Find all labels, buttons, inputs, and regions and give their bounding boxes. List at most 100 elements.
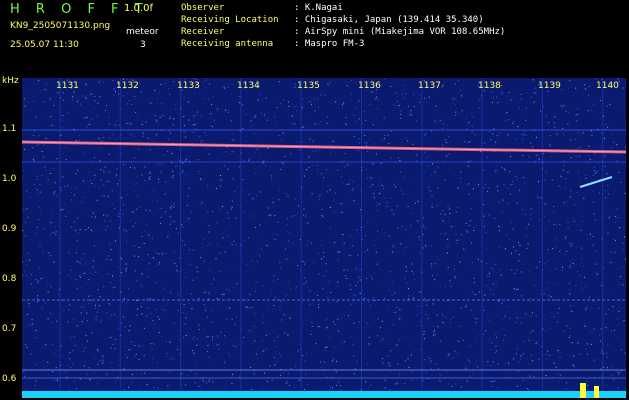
- noise-pixel: [51, 321, 53, 323]
- noise-pixel: [482, 169, 484, 171]
- noise-pixel: [157, 163, 159, 165]
- noise-pixel: [593, 243, 595, 245]
- noise-pixel: [606, 356, 608, 358]
- noise-pixel: [548, 220, 550, 222]
- noise-pixel: [200, 385, 202, 387]
- noise-pixel: [200, 142, 202, 144]
- noise-pixel: [117, 153, 119, 155]
- noise-pixel: [209, 243, 211, 245]
- noise-pixel: [77, 232, 79, 234]
- noise-pixel: [54, 233, 56, 235]
- noise-pixel: [367, 249, 369, 251]
- noise-pixel: [96, 362, 98, 364]
- noise-pixel: [265, 334, 267, 336]
- noise-pixel: [195, 128, 196, 130]
- noise-pixel: [485, 184, 486, 186]
- noise-pixel: [338, 330, 339, 332]
- noise-pixel: [118, 215, 120, 217]
- noise-pixel: [225, 151, 227, 153]
- noise-pixel: [228, 217, 230, 219]
- noise-pixel: [287, 240, 289, 242]
- noise-pixel: [280, 168, 282, 170]
- noise-pixel: [498, 202, 500, 203]
- noise-pixel: [612, 306, 614, 308]
- noise-pixel: [96, 349, 98, 350]
- noise-pixel: [193, 115, 195, 117]
- noise-pixel: [423, 338, 425, 340]
- noise-pixel: [193, 352, 195, 354]
- noise-pixel: [591, 331, 593, 333]
- noise-pixel: [587, 385, 589, 386]
- noise-pixel: [236, 186, 238, 188]
- noise-pixel: [330, 227, 332, 229]
- noise-pixel: [400, 243, 402, 245]
- noise-pixel: [39, 90, 41, 92]
- noise-pixel: [439, 380, 441, 382]
- noise-pixel: [183, 116, 184, 118]
- noise-pixel: [504, 363, 506, 365]
- noise-pixel: [170, 292, 172, 294]
- noise-pixel: [280, 300, 281, 302]
- noise-pixel: [146, 112, 148, 114]
- noise-pixel: [541, 196, 542, 198]
- noise-pixel: [175, 265, 177, 267]
- noise-pixel: [249, 293, 251, 295]
- noise-pixel: [94, 304, 96, 306]
- noise-pixel: [597, 112, 599, 114]
- noise-pixel: [538, 219, 540, 221]
- noise-pixel: [225, 109, 226, 111]
- noise-pixel: [61, 127, 63, 129]
- noise-pixel: [117, 316, 119, 318]
- noise-pixel: [518, 260, 520, 262]
- noise-pixel: [418, 94, 420, 96]
- noise-pixel: [82, 197, 84, 198]
- noise-pixel: [41, 174, 43, 176]
- noise-pixel: [422, 325, 424, 327]
- noise-pixel: [411, 270, 413, 272]
- noise-pixel: [274, 116, 276, 118]
- noise-pixel: [330, 153, 332, 155]
- noise-pixel: [510, 221, 512, 223]
- noise-pixel: [594, 153, 596, 155]
- noise-pixel: [53, 352, 55, 354]
- noise-pixel: [357, 232, 359, 234]
- noise-pixel: [550, 296, 552, 298]
- noise-pixel: [498, 246, 500, 248]
- noise-pixel: [133, 95, 135, 97]
- noise-pixel: [183, 304, 185, 306]
- noise-pixel: [47, 179, 49, 181]
- noise-pixel: [167, 151, 169, 153]
- noise-pixel: [151, 342, 153, 344]
- noise-pixel: [399, 113, 401, 115]
- noise-pixel: [617, 373, 619, 375]
- noise-pixel: [98, 253, 100, 255]
- x-tick-label: 1140: [596, 81, 619, 91]
- noise-pixel: [79, 229, 81, 230]
- noise-pixel: [426, 156, 428, 158]
- noise-pixel: [75, 279, 77, 281]
- noise-pixel: [480, 259, 482, 261]
- noise-pixel: [551, 179, 553, 181]
- noise-pixel: [67, 364, 68, 366]
- noise-pixel: [424, 359, 426, 360]
- noise-pixel: [310, 333, 312, 335]
- noise-pixel: [593, 170, 595, 172]
- noise-pixel: [201, 218, 203, 220]
- noise-pixel: [455, 277, 456, 279]
- noise-pixel: [65, 371, 66, 373]
- noise-pixel: [273, 304, 275, 306]
- count-label: 3: [140, 40, 146, 50]
- noise-pixel: [155, 309, 157, 310]
- noise-pixel: [153, 387, 155, 388]
- noise-pixel: [502, 318, 504, 320]
- noise-pixel: [108, 116, 110, 118]
- noise-pixel: [194, 92, 196, 94]
- noise-pixel: [425, 300, 427, 302]
- noise-pixel: [571, 342, 573, 344]
- noise-pixel: [148, 268, 150, 270]
- noise-pixel: [134, 222, 136, 224]
- noise-pixel: [533, 101, 535, 103]
- noise-pixel: [254, 116, 256, 118]
- noise-pixel: [367, 301, 369, 303]
- noise-pixel: [540, 294, 542, 296]
